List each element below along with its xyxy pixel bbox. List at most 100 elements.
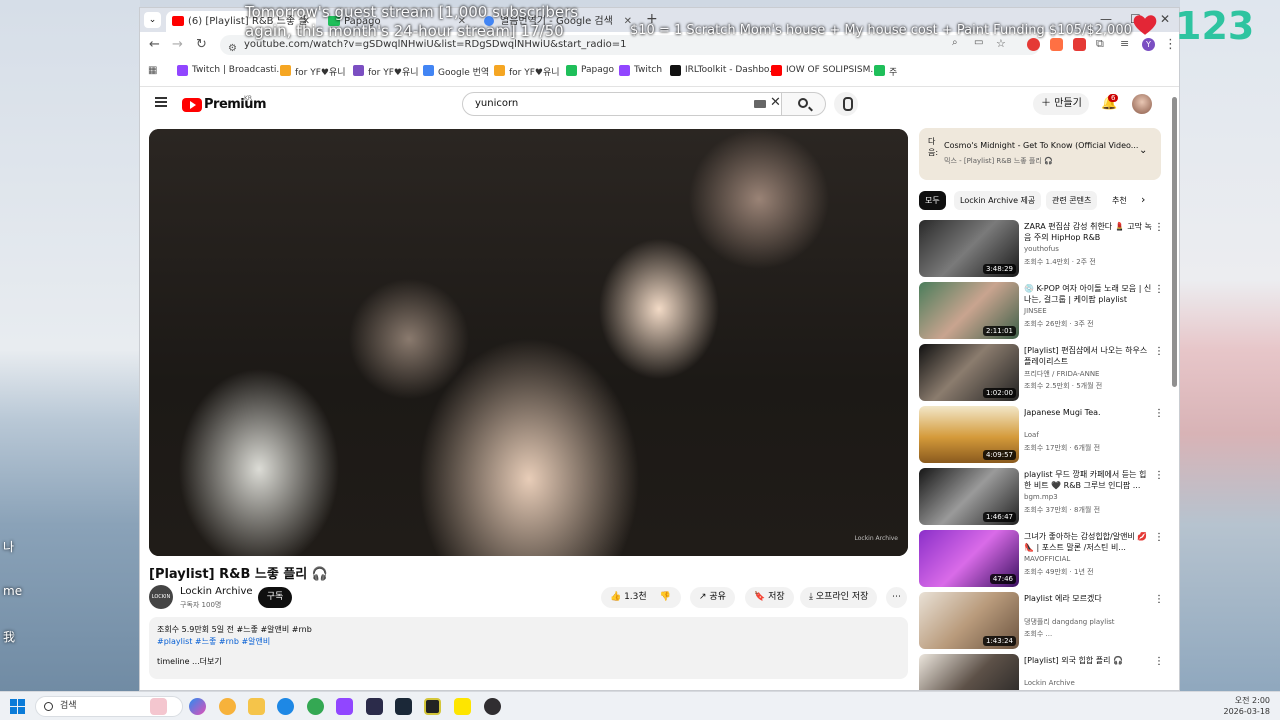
video-title: [Playlist] R&B 느좋 플리 🎧	[149, 567, 328, 582]
list-item[interactable]: 2:11:01 💿 K-POP 여자 아이돌 노래 모음 | 신나는, 걸그룹 …	[919, 282, 1169, 339]
description-box[interactable]: 조회수 5.9만회 5일 전 #느좋 #알앤비 #rnb #playlist #…	[149, 617, 908, 679]
more-options-icon[interactable]: ⋮	[1154, 408, 1164, 419]
obs-icon[interactable]	[484, 698, 501, 715]
subscribe-button[interactable]: 구독	[258, 587, 292, 608]
search-input[interactable]: yunicorn	[462, 92, 782, 116]
forward-icon[interactable]: →	[172, 37, 183, 52]
kakaotalk-icon[interactable]	[454, 698, 471, 715]
chip-channel[interactable]: Lockin Archive 제공	[954, 191, 1042, 210]
rec-title: Japanese Mugi Tea.	[1024, 408, 1101, 417]
chrome-icon[interactable]	[307, 698, 324, 715]
list-item[interactable]: 3:48:29 ZARA 편집샵 감성 취한다 💄 고막 녹음 주의 HipHo…	[919, 220, 1169, 277]
bookmark-item[interactable]: for YF♥유니	[280, 65, 346, 78]
video-thumbnail: 1:46:47	[919, 468, 1019, 525]
list-item[interactable]: 47:46 그녀가 좋아하는 감성힙합/알앤비 💋👠 | 포스트 말론 /저스틴…	[919, 530, 1169, 587]
channel-avatar[interactable]: LOCKIN	[149, 585, 173, 609]
profile-avatar[interactable]: Y	[1142, 38, 1155, 51]
like-dislike-group: 👍 1.3천 👎	[601, 587, 681, 608]
channel-name[interactable]: Lockin Archive	[180, 586, 253, 597]
more-options-icon[interactable]: ⋮	[1154, 656, 1164, 667]
list-item[interactable]: 1:02:00 [Playlist] 편집샵에서 나오는 하우스 플레이리스트 …	[919, 344, 1169, 401]
bookmark-item[interactable]: IOW OF SOLIPSISM...	[771, 65, 879, 76]
more-actions-button[interactable]: ⋯	[886, 587, 907, 608]
media-controls-icon[interactable]: ≡	[1120, 37, 1129, 50]
chip-all[interactable]: 모두	[919, 191, 946, 210]
more-options-icon[interactable]: ⋮	[1154, 222, 1164, 233]
nexus-app-icon[interactable]	[366, 698, 383, 715]
list-item[interactable]: 1:43:24 Playlist 에라 모르겠다 댕댕플리 dangdang p…	[919, 592, 1169, 649]
bookmark-item[interactable]: Twitch	[619, 65, 662, 76]
like-button[interactable]: 👍 1.3천	[610, 592, 647, 602]
rec-meta: 조회수 ...	[1024, 630, 1053, 638]
more-options-icon[interactable]: ⋮	[1154, 346, 1164, 357]
account-avatar[interactable]	[1132, 94, 1152, 114]
chevron-right-icon[interactable]: ›	[1141, 193, 1145, 206]
list-item[interactable]: [Playlist] 외국 힙합 플리 🎧 Lockin Archive ⋮	[919, 654, 1169, 690]
rec-channel: Loaf	[1024, 431, 1039, 439]
bookmark-item[interactable]: for YF♥유니	[353, 65, 419, 78]
tab-search-button[interactable]: ⌄	[144, 12, 161, 28]
system-clock[interactable]: 오전 2:00 2026-03-18	[1218, 695, 1271, 717]
save-button[interactable]: 🔖 저장	[745, 587, 794, 608]
bookmarks-bar: ▦ Twitch | Broadcasti... for YF♥유니 for Y…	[140, 57, 1179, 87]
extensions-puzzle-icon[interactable]: ⧉	[1096, 37, 1104, 51]
install-icon[interactable]: ▭	[974, 37, 983, 48]
steam-icon[interactable]	[395, 698, 412, 715]
video-thumbnail: 2:11:01	[919, 282, 1019, 339]
rec-title: [Playlist] 편집샵에서 나오는 하우스 플레이리스트	[1024, 346, 1148, 366]
search-button[interactable]	[782, 92, 826, 116]
chevron-down-icon[interactable]: ⌄	[1139, 145, 1147, 156]
file-explorer-icon[interactable]	[248, 698, 265, 715]
voice-search-button[interactable]	[834, 92, 858, 116]
more-options-icon[interactable]: ⋮	[1154, 532, 1164, 543]
hashtags[interactable]: #playlist #느좋 #rnb #알앤비	[157, 636, 900, 648]
extension-red-icon[interactable]	[1027, 38, 1040, 51]
magnifier-app-icon[interactable]	[219, 698, 236, 715]
bookmark-item[interactable]: Twitch | Broadcasti...	[177, 65, 285, 76]
more-options-icon[interactable]: ⋮	[1154, 284, 1164, 295]
up-next-card[interactable]: 다음: Cosmo's Midnight - Get To Know (Offi…	[919, 128, 1161, 180]
bookmark-item[interactable]: 주	[874, 65, 897, 78]
youtube-premium-wordmark[interactable]: Premium	[204, 97, 267, 112]
dislike-button[interactable]: 👎	[660, 592, 671, 602]
chip-recommended[interactable]: 추천	[1106, 191, 1133, 210]
keyboard-icon[interactable]	[754, 100, 766, 108]
bookmark-star-icon[interactable]: ☆	[996, 37, 1006, 50]
copilot-icon[interactable]	[189, 698, 206, 715]
window-close-button[interactable]: ✕	[1160, 12, 1170, 26]
zoom-icon[interactable]: ⌕	[952, 37, 958, 48]
apps-grid-icon[interactable]: ▦	[148, 65, 157, 76]
camera-app-icon[interactable]	[424, 698, 441, 715]
back-icon[interactable]: ←	[149, 37, 160, 52]
share-button[interactable]: ↗ 공유	[690, 587, 735, 608]
twitch-icon[interactable]	[336, 698, 353, 715]
search-highlight-icon[interactable]	[150, 698, 167, 715]
clear-search-icon[interactable]: ✕	[770, 95, 781, 110]
bookmark-item[interactable]: IRLToolkit - Dashbo...	[670, 65, 778, 76]
rec-channel: 프리다앤 / FRIDA-ANNE	[1024, 370, 1100, 378]
site-info-icon[interactable]: ⚙	[228, 39, 237, 59]
download-button[interactable]: ⤓ 오프라인 저장	[800, 587, 878, 608]
create-button[interactable]: ＋ 만들기	[1033, 93, 1089, 115]
edge-icon[interactable]	[277, 698, 294, 715]
video-thumbnail: 4:09:57	[919, 406, 1019, 463]
video-player[interactable]: Lockin Archive	[149, 129, 908, 556]
hamburger-menu-icon[interactable]	[155, 97, 167, 107]
bookmark-item[interactable]: Google 번역	[423, 65, 489, 78]
list-item[interactable]: 4:09:57 Japanese Mugi Tea. Loaf 조회수 17만회…	[919, 406, 1169, 463]
start-button[interactable]	[10, 699, 25, 714]
more-options-icon[interactable]: ⋮	[1154, 594, 1164, 605]
reload-icon[interactable]: ↻	[196, 37, 207, 52]
extension-orange-icon[interactable]	[1050, 38, 1063, 51]
chip-related[interactable]: 관련 콘텐츠	[1046, 191, 1098, 210]
subscriber-count: 구독자 100명	[180, 601, 222, 609]
extension-record-icon[interactable]	[1073, 38, 1086, 51]
bookmark-item[interactable]: for YF♥유니	[494, 65, 560, 78]
show-more[interactable]: timeline ...더보기	[157, 656, 900, 668]
page-scrollbar[interactable]	[1172, 97, 1177, 387]
list-item[interactable]: 1:46:47 playlist 무드 깡패 카페에서 듣는 힙한 비트 🖤 R…	[919, 468, 1169, 525]
more-options-icon[interactable]: ⋮	[1154, 470, 1164, 481]
youtube-logo-icon[interactable]	[182, 98, 202, 112]
bookmark-item[interactable]: Papago	[566, 65, 614, 76]
up-next-title: Cosmo's Midnight - Get To Know (Official…	[944, 141, 1139, 150]
